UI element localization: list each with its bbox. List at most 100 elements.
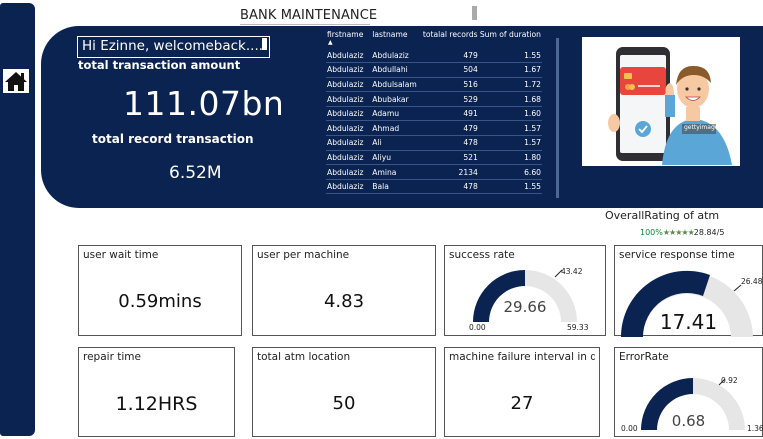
rating-percent: 100% — [640, 228, 663, 237]
card-machine-failure-interval[interactable]: machine failure interval in d... 27 — [444, 347, 600, 437]
title-underline — [240, 24, 370, 25]
gauge-target: 43.42 — [561, 267, 583, 276]
gauge-max: 59.33 — [567, 323, 589, 332]
cell-firstname: Abdulaziz — [326, 179, 372, 195]
cell-duration: 1.68 — [478, 91, 542, 107]
stock-watermark-text: gettyimages — [684, 124, 722, 131]
cell-lastname: Aliyu — [371, 150, 422, 166]
table-row: Abdulaziz Bala 478 1.55 — [326, 179, 542, 195]
table-row: Abdulaziz Aliyu 521 1.80 — [326, 150, 542, 166]
cell-firstname: Abdulaziz — [326, 120, 372, 137]
cell-firstname: Abdulaziz — [326, 62, 372, 78]
col-header-lastname[interactable]: lastname — [371, 29, 422, 48]
cell-duration: 1.55 — [478, 179, 542, 195]
table-row: Abdulaziz Ahmad 479 1.57 — [326, 120, 542, 137]
card-service-response-time[interactable]: service response time 17.41 26.48 — [614, 245, 763, 337]
gauge-min: 0.00 — [469, 323, 486, 332]
table-row: Abdulaziz Abubakar 529 1.68 — [326, 91, 542, 107]
cell-firstname: Abdulaziz — [326, 106, 372, 122]
card-label: machine failure interval in d... — [449, 351, 595, 363]
cell-records: 521 — [421, 150, 479, 166]
card-total-atm-location[interactable]: total atm location 50 — [252, 347, 436, 437]
text-cursor — [262, 38, 267, 50]
gauge-value: 17.41 — [659, 310, 718, 334]
cell-records: 479 — [421, 48, 479, 64]
card-value: 27 — [510, 393, 534, 414]
home-icon[interactable] — [3, 69, 29, 93]
cell-records: 479 — [421, 120, 479, 137]
card-value: 0.59mins — [118, 291, 202, 312]
card-label: user per machine — [257, 249, 350, 261]
cell-duration: 1.72 — [478, 77, 542, 93]
card-label: repair time — [83, 351, 141, 363]
side-nav — [0, 3, 35, 436]
cell-lastname: Bala — [371, 179, 422, 195]
cell-lastname: Abdulsalam — [371, 77, 422, 93]
table-row: Abdulaziz Abdulsalam 516 1.72 — [326, 77, 542, 93]
cell-duration: 1.55 — [478, 48, 542, 64]
amount-value: 111.07bn — [123, 84, 285, 123]
records-label: total record transaction — [92, 132, 254, 146]
card-label: user wait time — [83, 249, 159, 261]
gauge-max: 1.36 — [747, 424, 763, 433]
table-row: Abdulaziz Abdullahi 504 1.67 — [326, 62, 542, 78]
card-user-wait-time[interactable]: user wait time 0.59mins — [78, 245, 242, 336]
gauge-target-marker — [733, 284, 742, 292]
rating-title: OverallRating of atm — [605, 209, 720, 222]
card-label: total atm location — [257, 351, 351, 363]
scroll-indicator — [472, 6, 477, 20]
card-value: 50 — [332, 393, 356, 414]
cell-firstname: Abdulaziz — [326, 91, 372, 107]
cell-duration: 1.57 — [478, 120, 542, 137]
cell-records: 478 — [421, 179, 479, 195]
cell-firstname: Abdulaziz — [326, 48, 372, 64]
card-repair-time[interactable]: repair time 1.12HRS — [78, 347, 235, 437]
credit-card-icon — [620, 67, 666, 95]
cell-duration: 1.67 — [478, 62, 542, 78]
cell-records: 504 — [421, 62, 479, 78]
amount-label: total transaction amount — [78, 58, 241, 72]
star-rating-icon: ★★★★★ — [662, 228, 695, 237]
gauge-min: 0.00 — [621, 424, 638, 433]
records-table: firstname ▲ lastname totalal records Sum… — [326, 29, 542, 195]
table-header-row: firstname ▲ lastname totalal records Sum… — [326, 29, 542, 48]
cell-lastname: Ahmad — [371, 120, 422, 137]
greeting-text: Hi Ezinne, welcomeback.... — [77, 36, 270, 58]
cell-firstname: Abdulaziz — [326, 77, 372, 93]
gauge-target: 26.48 — [741, 277, 763, 286]
col-header-records[interactable]: totalal records — [422, 29, 479, 48]
table-row: Abdulaziz Ali 478 1.57 — [326, 135, 542, 151]
cell-lastname: Abdulaziz — [371, 48, 422, 64]
cell-lastname: Adamu — [371, 106, 422, 122]
sort-ascending-icon: ▲ — [328, 39, 333, 46]
cell-firstname: Abdulaziz — [326, 164, 372, 180]
table-row: Abdulaziz Abdulaziz 479 1.55 — [326, 48, 542, 64]
records-value: 6.52M — [169, 163, 222, 183]
cell-duration: 1.80 — [478, 150, 542, 166]
card-value: 4.83 — [323, 291, 365, 312]
cell-duration: 1.57 — [478, 135, 542, 151]
cell-duration: 1.60 — [478, 106, 542, 122]
card-success-rate[interactable]: success rate 29.66 0.00 59.33 43.42 — [444, 245, 606, 336]
table-row: Abdulaziz Amina 2134 6.60 — [326, 164, 542, 180]
page-title: BANK MAINTENANCE — [240, 8, 378, 23]
card-value: 1.12HRS — [115, 393, 198, 415]
checkmark-icon — [635, 121, 651, 137]
cell-lastname: Abubakar — [371, 91, 422, 107]
col-header-duration[interactable]: Sum of duration — [479, 29, 542, 48]
cell-records: 491 — [421, 106, 479, 122]
cell-records: 529 — [421, 91, 479, 107]
cell-records: 516 — [421, 77, 479, 93]
cell-firstname: Abdulaziz — [326, 150, 372, 166]
table-scrollbar[interactable] — [556, 38, 559, 198]
rating-value: 28.84/5 — [693, 228, 725, 237]
cell-lastname: Amina — [371, 164, 422, 180]
card-user-per-machine[interactable]: user per machine 4.83 — [252, 245, 436, 336]
rating-summary: 100%★★★★★28.84/5 — [640, 228, 724, 237]
cell-lastname: Abdullahi — [371, 62, 422, 78]
cell-lastname: Ali — [371, 135, 422, 151]
card-error-rate[interactable]: ErrorRate 0.68 0.00 1.36 0.92 — [614, 347, 763, 437]
cell-records: 478 — [421, 135, 479, 151]
cell-records: 2134 — [421, 164, 479, 180]
col-header-firstname[interactable]: firstname ▲ — [326, 29, 371, 48]
